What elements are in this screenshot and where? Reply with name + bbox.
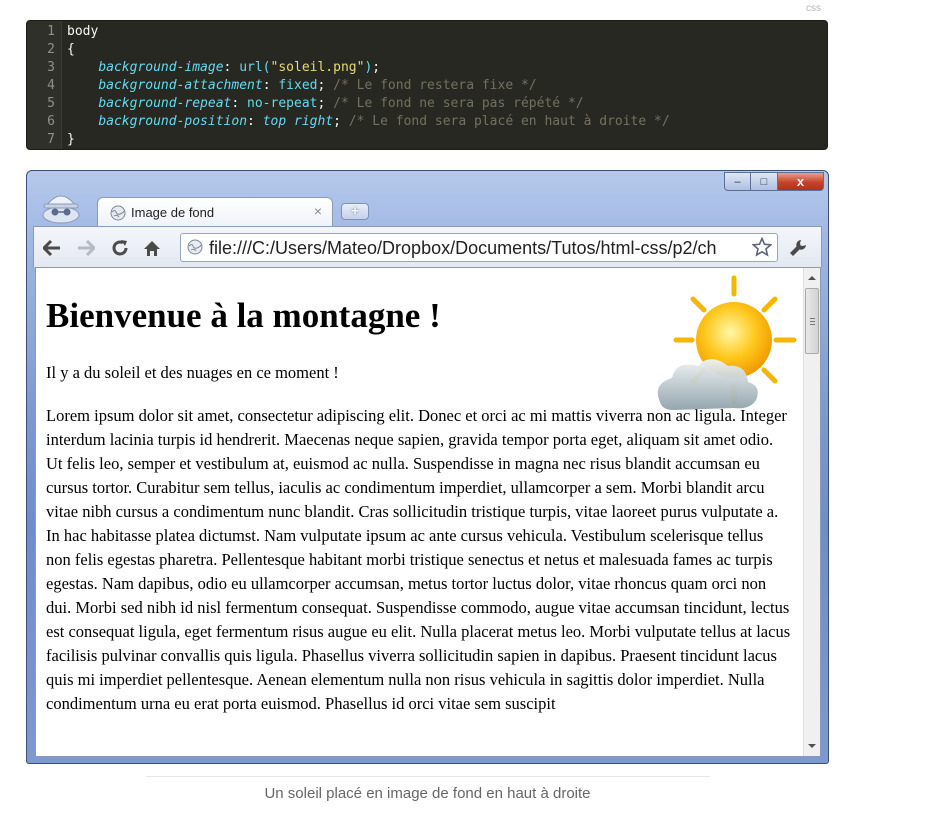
browser-toolbar: file:///C:/Users/Mateo/Dropbox/Documents… bbox=[33, 226, 822, 268]
forward-button[interactable] bbox=[74, 236, 98, 260]
reload-icon bbox=[112, 240, 128, 256]
address-bar[interactable]: file:///C:/Users/Mateo/Dropbox/Documents… bbox=[180, 233, 778, 262]
window-controls: – □ x bbox=[724, 172, 824, 193]
code-line: 3 background-image: url("soleil.png"); bbox=[47, 60, 381, 75]
forward-icon bbox=[78, 240, 95, 256]
back-button[interactable] bbox=[40, 236, 64, 260]
star-icon[interactable] bbox=[752, 237, 772, 257]
intro-paragraph: Il y a du soleil et des nuages en ce mom… bbox=[46, 363, 339, 382]
code-line: 1 body bbox=[47, 24, 99, 39]
code-language-label: css bbox=[806, 3, 821, 14]
settings-button[interactable] bbox=[786, 236, 810, 260]
grip-icon bbox=[810, 318, 815, 319]
browser-window: – □ x Image de fond × + file:///C:/Users… bbox=[26, 170, 829, 764]
maximize-button[interactable]: □ bbox=[751, 172, 778, 191]
tab-close-button[interactable]: × bbox=[314, 203, 322, 219]
code-line: 2{ bbox=[47, 42, 75, 57]
scroll-down-icon[interactable] bbox=[808, 744, 816, 748]
maximize-icon: □ bbox=[760, 175, 768, 188]
close-icon: x bbox=[796, 174, 805, 189]
wrench-icon bbox=[790, 240, 806, 256]
url-text[interactable]: file:///C:/Users/Mateo/Dropbox/Documents… bbox=[209, 237, 749, 259]
code-line: 7} bbox=[47, 132, 75, 147]
scroll-up-icon[interactable] bbox=[808, 276, 816, 280]
incognito-icon bbox=[42, 195, 80, 224]
minimize-icon: – bbox=[734, 175, 741, 188]
globe-icon bbox=[187, 239, 203, 255]
minimize-button[interactable]: – bbox=[724, 172, 751, 191]
globe-icon bbox=[110, 205, 126, 221]
home-icon bbox=[144, 240, 160, 256]
code-line: 4 background-attachment: fixed; /* Le fo… bbox=[47, 78, 537, 93]
reload-button[interactable] bbox=[108, 236, 132, 260]
page-viewport: Bienvenue à la montagne ! Il y a du sole… bbox=[35, 267, 821, 757]
scrollbar-thumb[interactable] bbox=[805, 288, 819, 354]
caption-divider bbox=[146, 776, 710, 777]
tab-title: Image de fond bbox=[131, 205, 215, 220]
page-content: Bienvenue à la montagne ! Il y a du sole… bbox=[46, 268, 791, 716]
home-button[interactable] bbox=[140, 236, 164, 260]
tab-image-de-fond[interactable]: Image de fond × bbox=[97, 197, 333, 227]
code-line: 5 background-repeat: no-repeat; /* Le fo… bbox=[47, 96, 584, 111]
css-code-block: 1 body 2{ 3 background-image: url("soleil… bbox=[26, 20, 828, 150]
new-tab-button[interactable]: + bbox=[341, 203, 369, 220]
vertical-scrollbar[interactable] bbox=[803, 268, 820, 756]
page-heading: Bienvenue à la montagne ! bbox=[46, 296, 441, 335]
body-paragraph: Lorem ipsum dolor sit amet, consectetur … bbox=[46, 406, 791, 713]
back-icon bbox=[43, 240, 60, 256]
figure-caption: Un soleil placé en image de fond en haut… bbox=[264, 785, 591, 802]
close-window-button[interactable]: x bbox=[778, 172, 824, 191]
code-line: 6 background-position: top right; /* Le … bbox=[47, 114, 670, 129]
